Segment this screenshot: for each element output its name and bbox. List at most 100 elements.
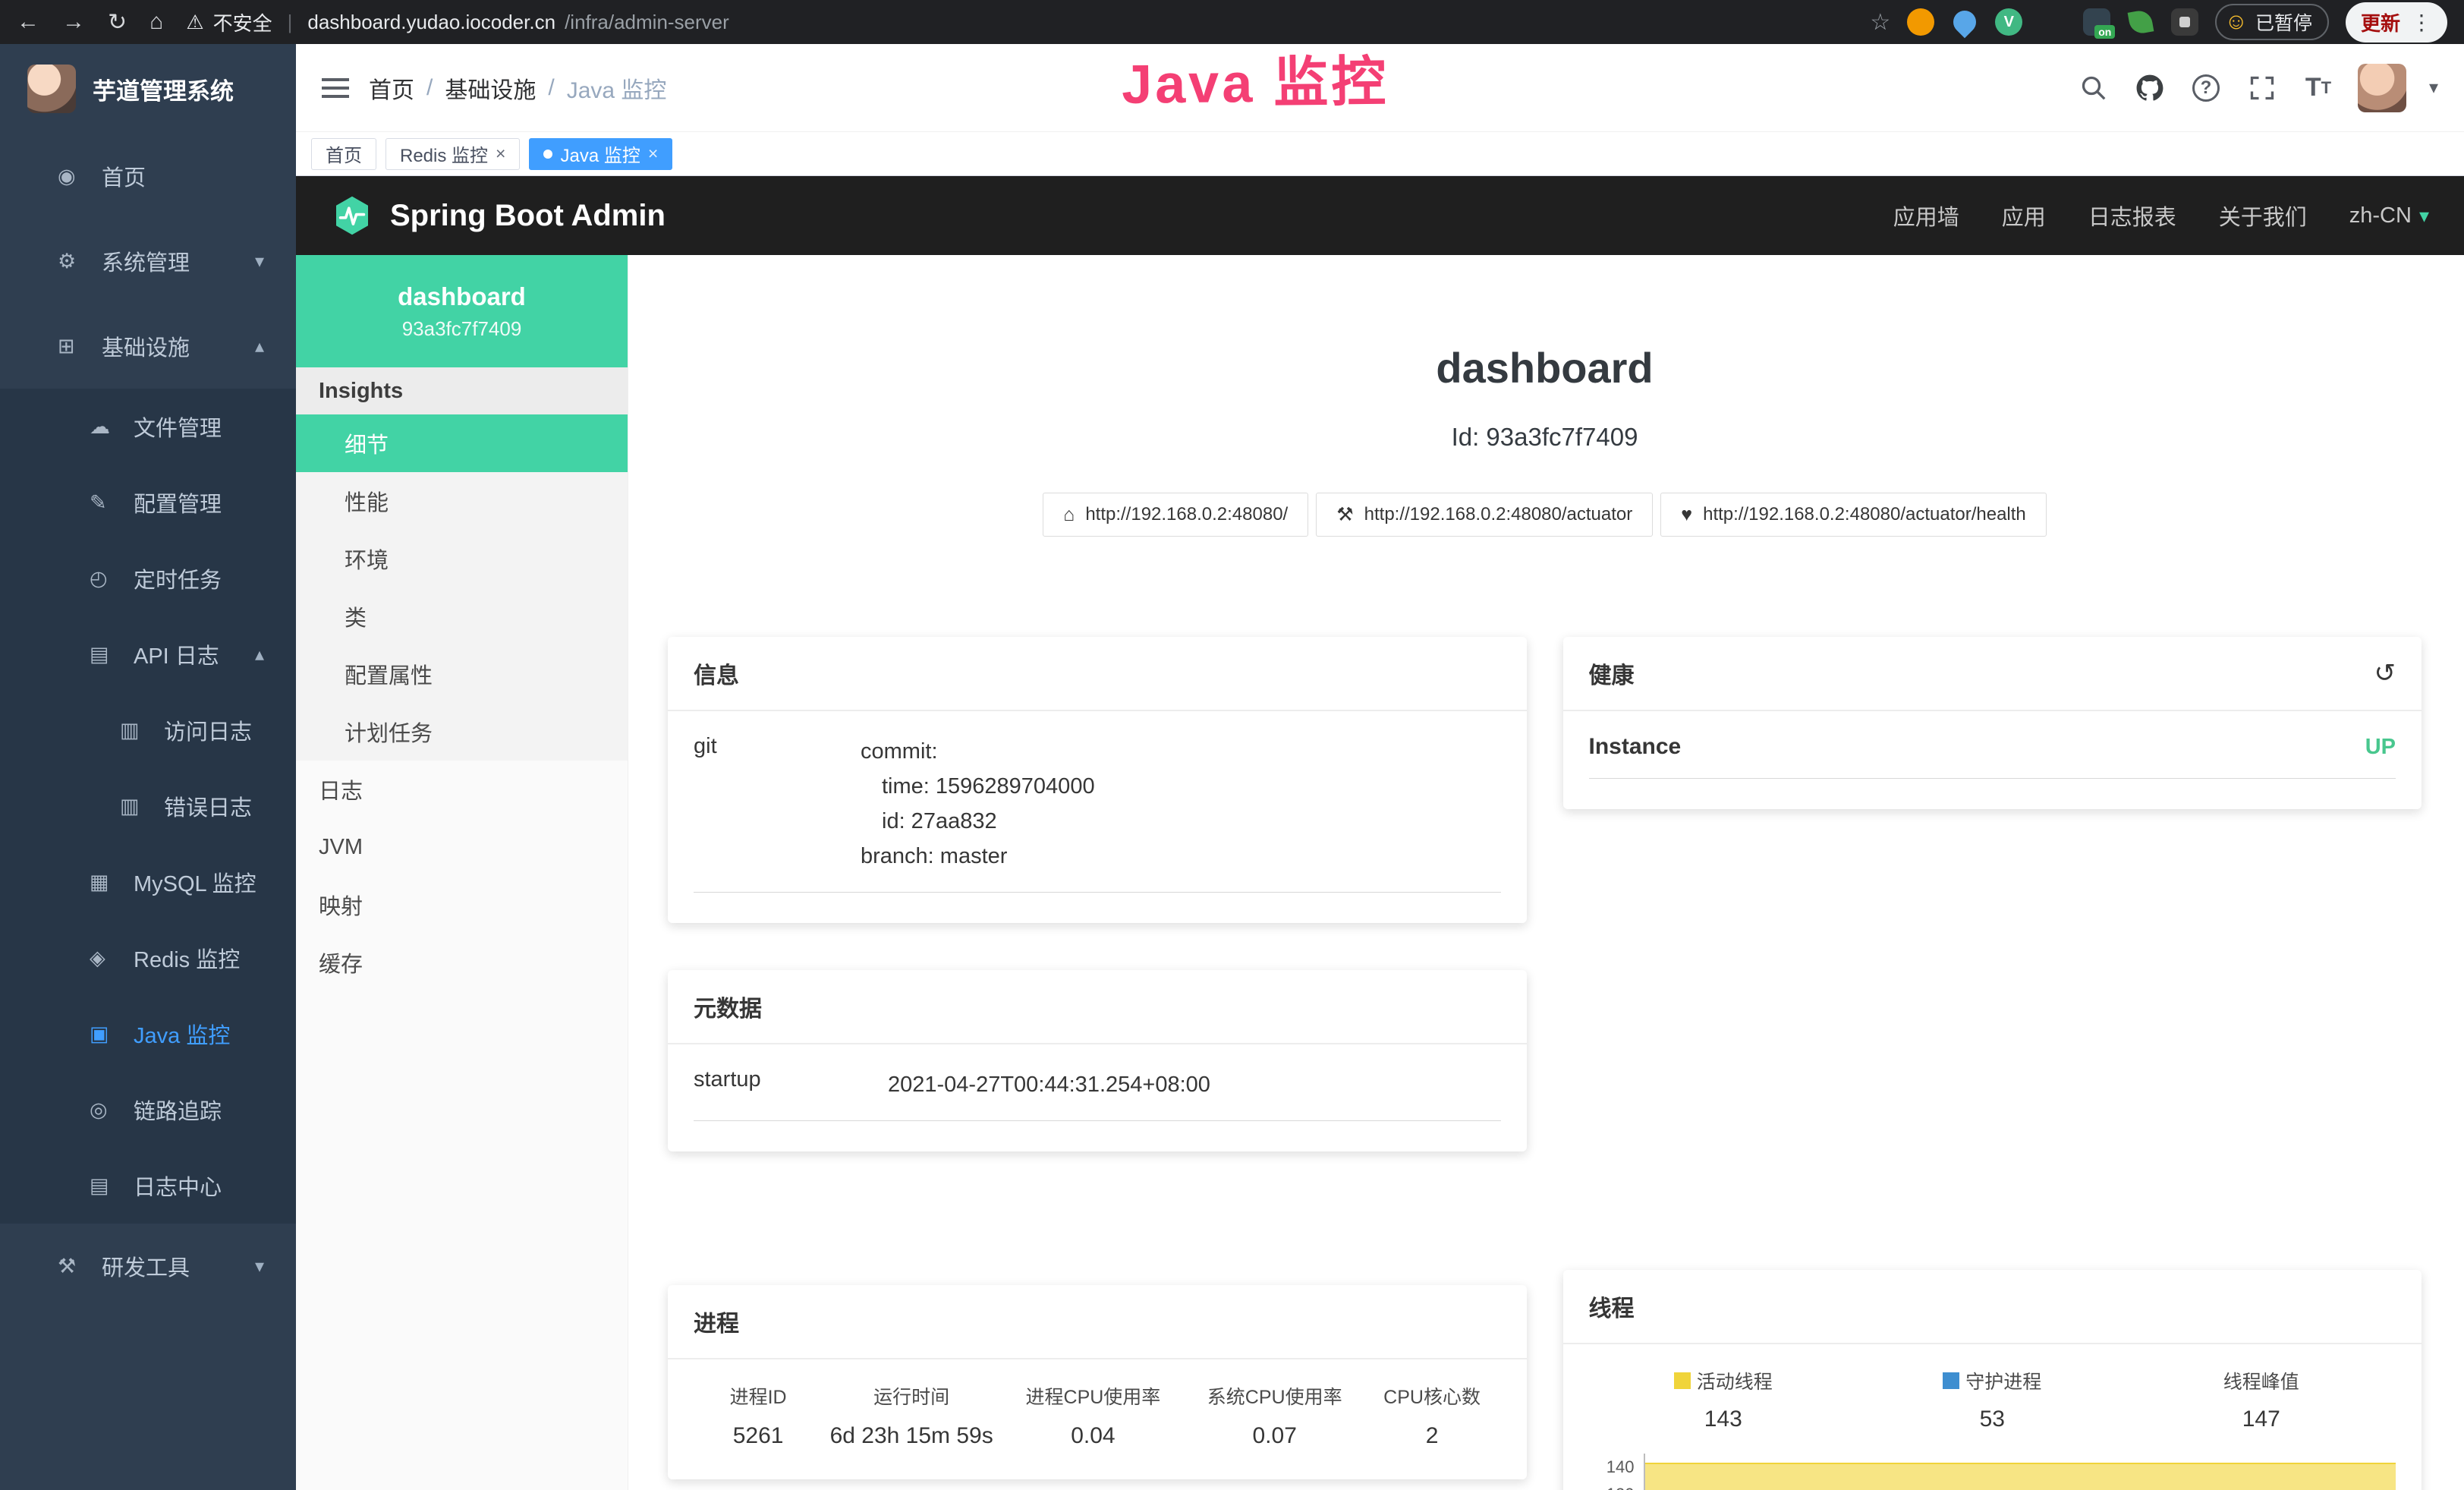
git-branch-line: branch: master [861,839,1095,874]
search-button[interactable] [2077,71,2110,105]
chart-plot-area [1644,1454,2396,1490]
sba-item-classes[interactable]: 类 [296,587,628,645]
legend-value: 53 [1858,1407,2127,1432]
health-url-link[interactable]: ♥ http://192.168.0.2:48080/actuator/heal… [1660,493,2047,537]
legend-label: 线程峰值 [2223,1367,2299,1394]
sidebar-item-log-center[interactable]: ▤ 日志中心 [0,1148,296,1224]
sba-nav-about[interactable]: 关于我们 [2219,200,2307,232]
sba-item-details[interactable]: 细节 [296,414,628,472]
close-icon[interactable]: × [496,143,505,164]
sba-body: dashboard 93a3fc7f7409 Insights 细节 性能 环境… [296,255,2464,1490]
help-button[interactable]: ? [2189,71,2223,105]
left-column: 信息 git commit: time: 1596289704000 id: 2 [668,637,1527,1479]
sidebar-item-error-log[interactable]: ▥ 错误日志 [0,768,296,844]
sidebar-fold-button[interactable] [322,76,349,100]
sba-item-environment[interactable]: 环境 [296,530,628,587]
legend-label: 守护进程 [1965,1367,2041,1394]
sidebar-item-system[interactable]: ⚙ 系统管理 ▾ [0,219,296,304]
sidebar-item-label: 基础设施 [102,330,190,362]
bookmark-star-icon[interactable]: ☆ [1870,9,1890,36]
profile-paused-badge[interactable]: ☺ 已暂停 [2215,4,2329,40]
process-col: 运行时间 6d 23h 15m 59s [823,1382,1000,1449]
sidebar-item-file[interactable]: ☁ 文件管理 [0,389,296,465]
locale-selector[interactable]: zh-CN ▾ [2349,203,2429,228]
extension-pin-icon[interactable] [2171,8,2198,36]
avatar-caret-icon[interactable]: ▾ [2429,77,2438,99]
extension-proxy-icon[interactable]: on [2083,8,2110,36]
extension-grid-icon[interactable] [2039,8,2066,36]
info-card: 信息 git commit: time: 1596289704000 id: 2 [668,637,1527,923]
breadcrumb-separator: / [548,75,554,101]
breadcrumb-separator: / [426,75,433,101]
sba-item-metrics[interactable]: 性能 [296,472,628,530]
sidebar-item-infra[interactable]: ⊞ 基础设施 ▴ [0,304,296,389]
tab-redis-monitor[interactable]: Redis 监控 × [385,138,520,170]
fullscreen-icon [2248,74,2276,102]
back-icon[interactable]: ← [17,9,39,35]
col-header: CPU核心数 [1368,1382,1496,1410]
forward-icon[interactable]: → [62,9,85,35]
home-icon[interactable]: ⌂ [149,9,163,35]
github-button[interactable] [2133,71,2167,105]
fullscreen-button[interactable] [2245,71,2279,105]
breadcrumb-infra[interactable]: 基础设施 [445,71,536,105]
sidebar-item-redis[interactable]: ◈ Redis 监控 [0,920,296,996]
infra-submenu: ☁ 文件管理 ✎ 配置管理 ◴ 定时任务 ▤ API 日志 ▴ ▥ [0,389,296,1224]
git-commit-line: commit: [861,734,1095,769]
extension-drop-icon[interactable] [1951,8,1978,36]
col-header: 进程CPU使用率 [1005,1382,1182,1410]
sba-item-logs[interactable]: 日志 [296,761,628,818]
font-size-button[interactable]: TT [2302,71,2335,105]
sba-item-caches[interactable]: 缓存 [296,934,628,991]
sidebar-item-devtool[interactable]: ⚒ 研发工具 ▾ [0,1224,296,1309]
security-label: 不安全 [213,8,272,36]
log-icon: ▥ [120,795,152,818]
gear-icon: ⚙ [58,250,90,273]
sidebar-item-label: 研发工具 [102,1250,190,1282]
locale-label: zh-CN [2349,203,2412,228]
sidebar-item-home[interactable]: ◉ 首页 [0,134,296,219]
sba-item-scheduledtasks[interactable]: 计划任务 [296,703,628,761]
chrome-update-button[interactable]: 更新 ⋮ [2346,2,2447,43]
sba-item-jvm[interactable]: JVM [296,818,628,876]
sba-item-configprops[interactable]: 配置属性 [296,645,628,703]
sba-nav-applications[interactable]: 应用 [2002,200,2046,232]
sidebar-item-java[interactable]: ▣ Java 监控 [0,996,296,1072]
instance-id-subtitle: Id: 93a3fc7f7409 [668,421,2422,453]
reload-icon[interactable]: ↻ [108,9,127,36]
address-bar[interactable]: ⚠ 不安全 | dashboard.yudao.iocoder.cn/infra… [186,8,729,36]
log-icon: ▥ [120,719,152,742]
actuator-url-link[interactable]: ⚒ http://192.168.0.2:48080/actuator [1316,493,1653,537]
extension-vue-devtools-icon[interactable]: V [1995,8,2022,36]
kebab-menu-icon[interactable]: ⋮ [2411,10,2432,35]
sidebar-item-mysql[interactable]: ▦ MySQL 监控 [0,844,296,920]
col-value: 6d 23h 15m 59s [827,1423,996,1449]
font-size-icon: T [2305,73,2321,102]
sidebar-item-job[interactable]: ◴ 定时任务 [0,540,296,616]
legend-col-peak: 线程峰值 147 [2127,1367,2396,1432]
sba-brand[interactable]: Spring Boot Admin [331,194,666,237]
tab-home[interactable]: 首页 [311,138,376,170]
extension-leaf-icon[interactable] [2127,8,2154,36]
sidebar-item-label: 配置管理 [134,487,222,518]
extension-orange-icon[interactable] [1907,8,1934,36]
link-label: http://192.168.0.2:48080/actuator [1364,504,1633,525]
sba-item-mappings[interactable]: 映射 [296,876,628,934]
sidebar-item-access-log[interactable]: ▥ 访问日志 [0,692,296,768]
sba-main: dashboard Id: 93a3fc7f7409 ⌂ http://192.… [628,255,2464,1490]
info-key: git [694,734,861,874]
close-icon[interactable]: × [648,143,658,164]
tab-java-monitor[interactable]: Java 监控 × [529,138,672,170]
card-title: 线程 [1563,1270,2422,1344]
user-avatar[interactable] [2358,64,2406,112]
breadcrumb-current: Java 监控 [567,71,667,105]
sidebar-item-api-log[interactable]: ▤ API 日志 ▴ [0,616,296,692]
sidebar-item-config[interactable]: ✎ 配置管理 [0,465,296,540]
sba-nav-wallboard[interactable]: 应用墙 [1893,200,1959,232]
breadcrumb-home[interactable]: 首页 [369,71,414,105]
sba-nav-journal[interactable]: 日志报表 [2088,200,2176,232]
threads-card-title: 线程 [1589,1290,1635,1323]
history-icon[interactable]: ↺ [2374,658,2396,688]
sidebar-item-trace[interactable]: ◎ 链路追踪 [0,1072,296,1148]
service-url-link[interactable]: ⌂ http://192.168.0.2:48080/ [1043,493,1308,537]
